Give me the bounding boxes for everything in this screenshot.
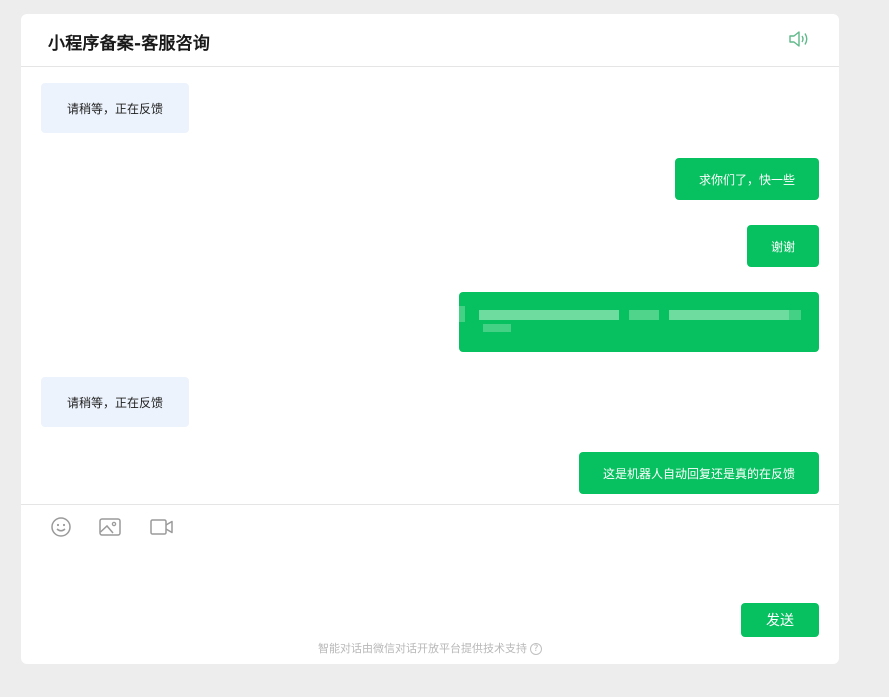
incoming-message: 请稍等，正在反馈 (41, 83, 189, 133)
footer-note: 智能对话由微信对话开放平台提供技术支持? (21, 640, 839, 656)
redacted-outgoing-message (459, 292, 819, 352)
message-composer[interactable]: 发送 智能对话由微信对话开放平台提供技术支持? (21, 504, 839, 664)
video-icon[interactable] (149, 515, 175, 539)
outgoing-message: 这是机器人自动回复还是真的在反馈 (579, 452, 819, 494)
page-title: 小程序备案-客服咨询 (48, 34, 211, 54)
outgoing-message: 求你们了，快一些 (675, 158, 819, 200)
help-icon[interactable]: ? (530, 643, 542, 655)
speaker-icon[interactable] (787, 28, 811, 50)
send-button[interactable]: 发送 (741, 603, 819, 637)
chat-panel: 小程序备案-客服咨询 请稍等，正在反馈 求你们了，快一些 谢谢 请稍等，正在反馈… (21, 14, 839, 664)
outgoing-message: 谢谢 (747, 225, 819, 267)
image-icon[interactable] (98, 515, 124, 539)
emoji-icon[interactable] (49, 515, 75, 539)
chat-header: 小程序备案-客服咨询 (21, 14, 839, 67)
footer-text: 智能对话由微信对话开放平台提供技术支持 (318, 642, 527, 655)
incoming-message: 请稍等，正在反馈 (41, 377, 189, 427)
